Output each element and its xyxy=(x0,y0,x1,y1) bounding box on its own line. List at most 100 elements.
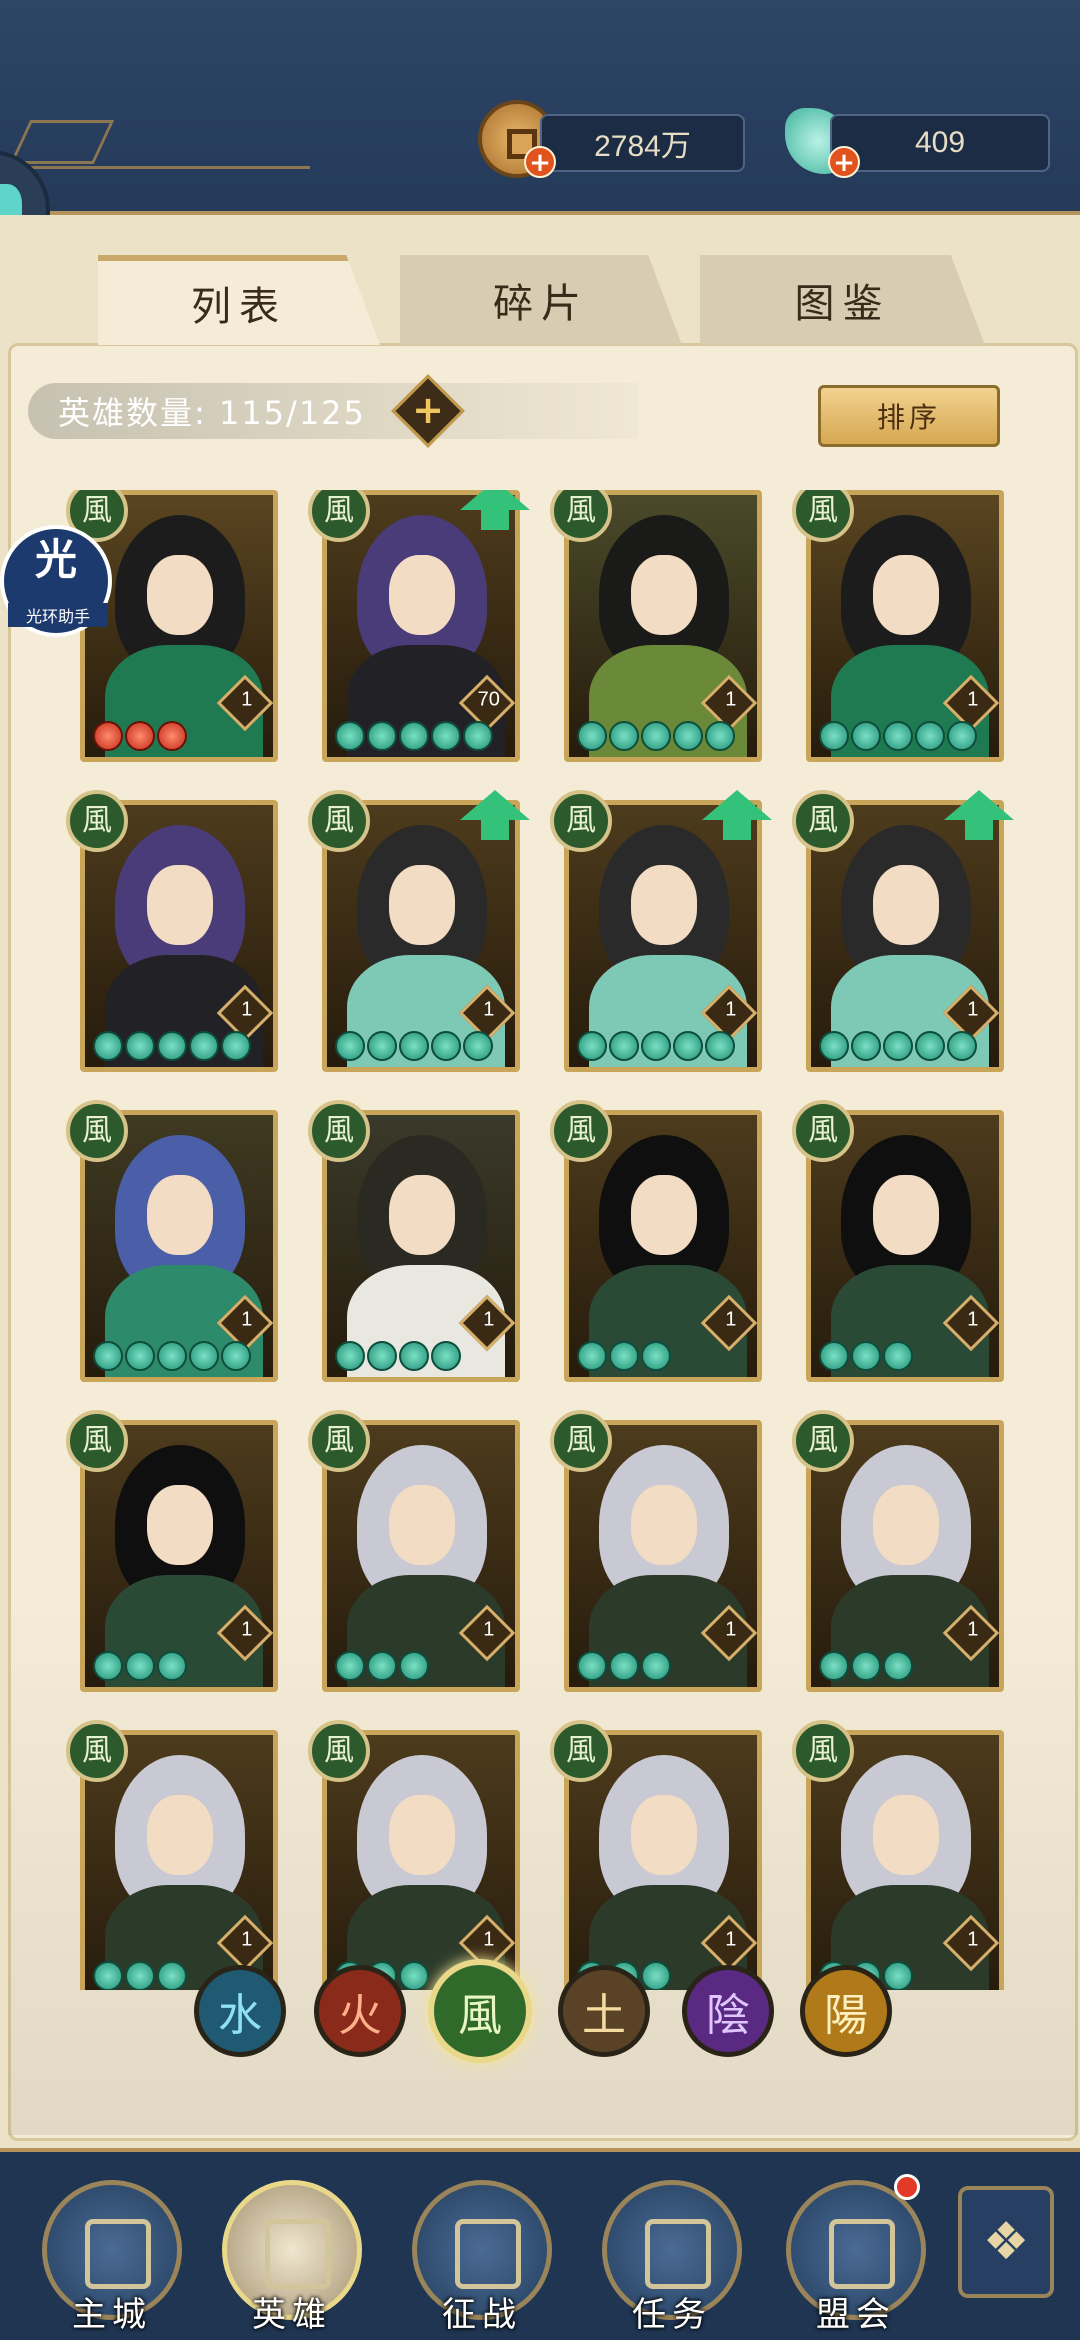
helper-label: 光环助手 xyxy=(8,603,108,627)
level-value: 1 xyxy=(967,1618,979,1641)
hero-portrait-face xyxy=(631,1175,697,1255)
helper-overlay-button[interactable]: 光 光环助手 xyxy=(0,525,112,637)
element-filter-0[interactable]: 水 xyxy=(194,1965,286,2057)
star-rating xyxy=(93,721,187,751)
jade-value: 409 xyxy=(914,126,966,159)
hero-portrait-face xyxy=(873,1795,939,1875)
element-filter-1[interactable]: 火 xyxy=(314,1965,406,2057)
star-icon xyxy=(883,1341,913,1371)
star-icon xyxy=(705,721,735,751)
wind-element-icon: 風 xyxy=(792,1410,854,1472)
star-icon xyxy=(673,721,703,751)
star-icon xyxy=(221,1341,251,1371)
star-rating xyxy=(819,1651,913,1681)
hero-portrait-face xyxy=(147,1485,213,1565)
element-filter-5[interactable]: 陽 xyxy=(800,1965,892,2057)
star-icon xyxy=(157,1031,187,1061)
star-rating xyxy=(335,1031,493,1061)
star-icon xyxy=(125,1341,155,1371)
add-coins-button[interactable]: + xyxy=(524,146,556,178)
nav-battle[interactable]: 征战 xyxy=(412,2180,552,2340)
level-value: 1 xyxy=(483,1308,495,1331)
star-icon xyxy=(399,721,429,751)
menu-icon[interactable]: ❖ xyxy=(958,2186,1054,2298)
level-value: 1 xyxy=(725,688,737,711)
level-value: 1 xyxy=(241,1928,253,1951)
star-rating xyxy=(93,1341,251,1371)
star-icon xyxy=(851,1341,881,1371)
wind-element-icon: 風 xyxy=(308,790,370,852)
hero-portrait-face xyxy=(873,1175,939,1255)
wind-element-icon: 風 xyxy=(550,1720,612,1782)
star-rating xyxy=(577,1651,671,1681)
level-value: 1 xyxy=(725,1618,737,1641)
star-icon xyxy=(609,1341,639,1371)
nav-label: 征战 xyxy=(442,2295,522,2335)
element-filter-row: 水火風土陰陽 xyxy=(0,1959,1080,2085)
tab-collection[interactable]: 图鉴 xyxy=(700,255,985,345)
element-filter-3[interactable]: 土 xyxy=(558,1965,650,2057)
element-filter-4[interactable]: 陰 xyxy=(682,1965,774,2057)
star-icon xyxy=(915,1031,945,1061)
star-icon xyxy=(93,1341,123,1371)
nav-label: 任务 xyxy=(632,2295,712,2335)
hero-count-label: 英雄数量: 115/125 xyxy=(58,394,366,432)
hero-portrait-face xyxy=(389,1175,455,1255)
star-icon xyxy=(851,1651,881,1681)
star-icon xyxy=(367,1651,397,1681)
hero-portrait-face xyxy=(147,1795,213,1875)
star-icon xyxy=(125,1031,155,1061)
wind-element-icon: 風 xyxy=(66,790,128,852)
star-rating xyxy=(93,1651,187,1681)
level-value: 1 xyxy=(967,1308,979,1331)
star-icon xyxy=(367,721,397,751)
star-icon xyxy=(851,721,881,751)
star-icon xyxy=(335,1031,365,1061)
star-icon xyxy=(335,1651,365,1681)
jade-counter: 409 xyxy=(830,114,1050,172)
hero-portrait-face xyxy=(631,1485,697,1565)
top-bar: 2784万 + 409 + xyxy=(0,0,1080,215)
star-icon xyxy=(851,1031,881,1061)
nav-city[interactable]: 主城 xyxy=(42,2180,182,2340)
star-icon xyxy=(335,721,365,751)
tab-list[interactable]: 列表 xyxy=(98,255,380,345)
star-rating xyxy=(819,1031,977,1061)
tab-fragments[interactable]: 碎片 xyxy=(400,255,682,345)
hero-panel: 列表 碎片 图鉴 英雄数量: 115/125 + 排序 1 風 70 風 1 風 1 風 1 風 1… xyxy=(0,215,1080,2155)
hero-portrait-face xyxy=(389,1485,455,1565)
star-icon xyxy=(335,1341,365,1371)
sort-button[interactable]: 排序 xyxy=(818,385,1000,447)
coins-value: 2784万 xyxy=(594,130,691,163)
star-icon xyxy=(157,1651,187,1681)
star-rating xyxy=(577,1031,735,1061)
hero-portrait-face xyxy=(873,555,939,635)
add-jade-button[interactable]: + xyxy=(828,146,860,178)
star-icon xyxy=(431,1341,461,1371)
nav-alliance[interactable]: 盟会 xyxy=(786,2174,926,2340)
star-icon xyxy=(93,1031,123,1061)
hero-portrait-face xyxy=(873,865,939,945)
star-icon xyxy=(463,1031,493,1061)
star-icon xyxy=(125,721,155,751)
star-icon xyxy=(947,1031,977,1061)
nav-hero[interactable]: 英雄 xyxy=(222,2180,362,2340)
hero-portrait-face xyxy=(631,1795,697,1875)
wind-element-icon: 風 xyxy=(66,1410,128,1472)
level-value: 1 xyxy=(967,998,979,1021)
star-icon xyxy=(577,1651,607,1681)
hero-portrait-face xyxy=(389,555,455,635)
star-icon xyxy=(399,1031,429,1061)
star-rating xyxy=(335,721,493,751)
element-filter-2[interactable]: 風 xyxy=(428,1959,532,2063)
star-rating xyxy=(335,1651,429,1681)
star-icon xyxy=(125,1651,155,1681)
nav-task[interactable]: 任务 xyxy=(602,2180,742,2340)
hero-portrait-face xyxy=(147,865,213,945)
star-icon xyxy=(883,721,913,751)
level-value: 1 xyxy=(967,688,979,711)
hero-count-bar: 英雄数量: 115/125 xyxy=(28,383,638,439)
star-icon xyxy=(819,1651,849,1681)
wind-element-icon: 風 xyxy=(792,1100,854,1162)
star-icon xyxy=(189,1341,219,1371)
